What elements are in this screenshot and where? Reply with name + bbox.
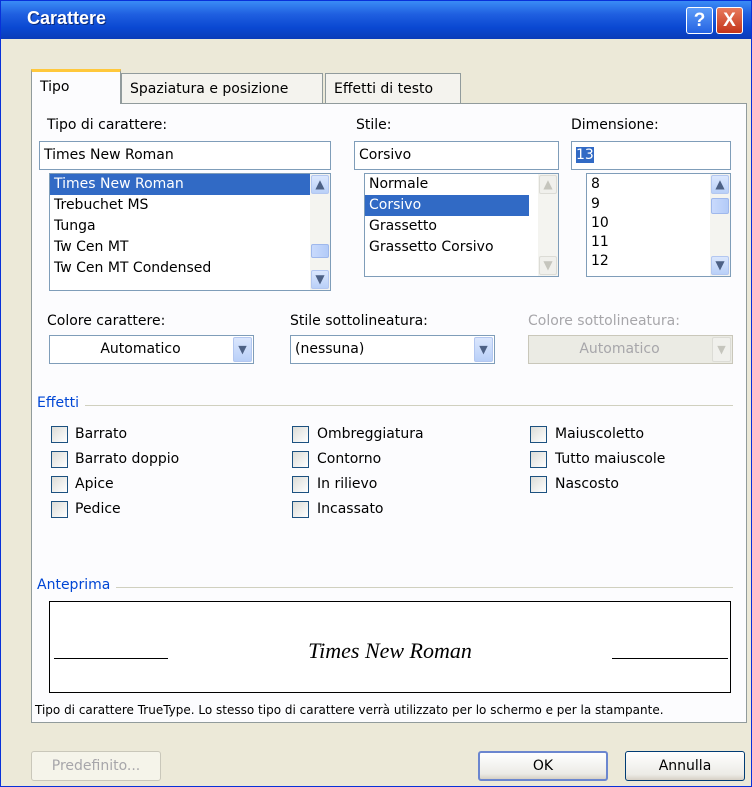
scroll-up-icon: ▲ xyxy=(539,175,557,194)
tab-effetti-testo[interactable]: Effetti di testo xyxy=(325,73,461,103)
barrato-checkbox[interactable] xyxy=(51,426,68,443)
pedice-checkbox[interactable] xyxy=(51,501,68,518)
effects-divider xyxy=(37,405,733,406)
style-list[interactable]: Normale Corsivo Grassetto Grassetto Cors… xyxy=(364,173,559,277)
nascosto-label[interactable]: Nascosto xyxy=(555,476,619,492)
contorno-checkbox[interactable] xyxy=(292,451,309,468)
scroll-thumb[interactable] xyxy=(311,244,329,258)
size-label: Dimensione: xyxy=(571,117,659,133)
size-scrollbar[interactable]: ▲ ▼ xyxy=(710,174,730,276)
preview-sample-text: Times New Roman xyxy=(308,638,472,663)
effects-title: Effetti xyxy=(37,395,85,411)
scroll-up-icon[interactable]: ▲ xyxy=(711,175,729,194)
scroll-down-icon[interactable]: ▼ xyxy=(311,270,329,289)
apice-checkbox[interactable] xyxy=(51,476,68,493)
ok-button[interactable]: OK xyxy=(478,751,608,781)
font-list-item[interactable]: Trebuchet MS xyxy=(50,195,330,216)
underline-style-label: Stile sottolineatura: xyxy=(290,313,428,329)
scroll-up-icon[interactable]: ▲ xyxy=(311,175,329,194)
maiuscoletto-label[interactable]: Maiuscoletto xyxy=(555,426,644,442)
style-list-item[interactable]: Corsivo xyxy=(365,195,529,216)
font-list[interactable]: Times New Roman Trebuchet MS Tunga Tw Ce… xyxy=(49,173,331,291)
font-dialog: Carattere ? X Tipo Spaziatura e posizion… xyxy=(0,0,752,787)
incassato-label[interactable]: Incassato xyxy=(317,501,384,517)
cancel-button[interactable]: Annulla xyxy=(625,751,745,781)
in-rilievo-checkbox[interactable] xyxy=(292,476,309,493)
underline-style-value: (nessuna) xyxy=(295,341,365,357)
size-list-item[interactable]: 10 xyxy=(587,214,730,233)
preview-area: Times New Roman xyxy=(49,601,731,693)
tab-spaziatura-label: Spaziatura e posizione xyxy=(130,81,289,97)
barrato-doppio-label[interactable]: Barrato doppio xyxy=(75,451,179,467)
ombreggiatura-checkbox[interactable] xyxy=(292,426,309,443)
pedice-label[interactable]: Pedice xyxy=(75,501,121,517)
size-list-item[interactable]: 12 xyxy=(587,252,730,271)
font-list-item[interactable]: Tw Cen MT Condensed xyxy=(50,258,330,279)
chevron-down-icon[interactable]: ▼ xyxy=(233,337,252,362)
size-list-item[interactable]: 9 xyxy=(587,195,730,214)
barrato-label[interactable]: Barrato xyxy=(75,426,127,442)
tutto-maiuscole-label[interactable]: Tutto maiuscole xyxy=(555,451,665,467)
chevron-down-icon[interactable]: ▼ xyxy=(474,337,493,362)
style-list-item[interactable]: Grassetto Corsivo xyxy=(365,237,558,258)
chevron-down-icon: ▼ xyxy=(712,337,731,362)
scroll-down-icon: ▼ xyxy=(539,256,557,275)
style-input[interactable]: Corsivo xyxy=(354,141,559,170)
barrato-doppio-checkbox[interactable] xyxy=(51,451,68,468)
tab-tipo-label: Tipo xyxy=(40,79,70,95)
in-rilievo-label[interactable]: In rilievo xyxy=(317,476,377,492)
size-input[interactable]: 13 xyxy=(571,141,731,170)
font-info-text: Tipo di carattere TrueType. Lo stesso ti… xyxy=(35,703,664,717)
size-input-value: 13 xyxy=(576,147,594,163)
tab-effetti-testo-label: Effetti di testo xyxy=(334,81,434,97)
size-list-item[interactable]: 11 xyxy=(587,233,730,252)
font-input[interactable]: Times New Roman xyxy=(39,141,331,170)
apice-label[interactable]: Apice xyxy=(75,476,114,492)
style-list-item[interactable]: Grassetto xyxy=(365,216,558,237)
default-button: Predefinito... xyxy=(31,751,161,781)
size-list-item[interactable]: 8 xyxy=(587,174,730,195)
ombreggiatura-label[interactable]: Ombreggiatura xyxy=(317,426,424,442)
preview-divider xyxy=(37,587,733,588)
nascosto-checkbox[interactable] xyxy=(530,476,547,493)
underline-color-label: Colore sottolineatura: xyxy=(528,313,680,329)
font-color-value: Automatico xyxy=(100,341,181,357)
preview-baseline-right xyxy=(612,658,728,659)
title-bar[interactable]: Carattere ? X xyxy=(1,1,751,39)
tab-tipo[interactable]: Tipo xyxy=(31,69,121,104)
underline-color-value: Automatico xyxy=(579,341,660,357)
tutto-maiuscole-checkbox[interactable] xyxy=(530,451,547,468)
scroll-down-icon[interactable]: ▼ xyxy=(711,256,729,275)
incassato-checkbox[interactable] xyxy=(292,501,309,518)
tab-spaziatura[interactable]: Spaziatura e posizione xyxy=(121,73,323,103)
style-label: Stile: xyxy=(356,117,392,133)
font-list-item[interactable]: Times New Roman xyxy=(50,174,330,195)
size-list[interactable]: 8 9 10 11 12 ▲ ▼ xyxy=(586,173,731,277)
underline-style-select[interactable]: (nessuna) ▼ xyxy=(290,335,495,364)
scroll-thumb[interactable] xyxy=(711,198,729,214)
underline-color-select: Automatico ▼ xyxy=(528,335,733,364)
style-list-item[interactable]: Normale xyxy=(365,174,558,195)
close-icon[interactable]: X xyxy=(716,7,743,34)
font-list-item[interactable]: Tw Cen MT xyxy=(50,237,330,258)
maiuscoletto-checkbox[interactable] xyxy=(530,426,547,443)
help-icon[interactable]: ? xyxy=(686,7,713,34)
font-color-select[interactable]: Automatico ▼ xyxy=(49,335,254,364)
style-scrollbar: ▲ ▼ xyxy=(538,174,558,276)
font-list-item[interactable]: Tunga xyxy=(50,216,330,237)
font-label: Tipo di carattere: xyxy=(47,117,168,133)
font-color-label: Colore carattere: xyxy=(47,313,166,329)
contorno-label[interactable]: Contorno xyxy=(317,451,381,467)
dialog-title: Carattere xyxy=(27,8,107,28)
preview-title: Anteprima xyxy=(37,577,117,593)
font-scrollbar[interactable]: ▲ ▼ xyxy=(310,174,330,290)
